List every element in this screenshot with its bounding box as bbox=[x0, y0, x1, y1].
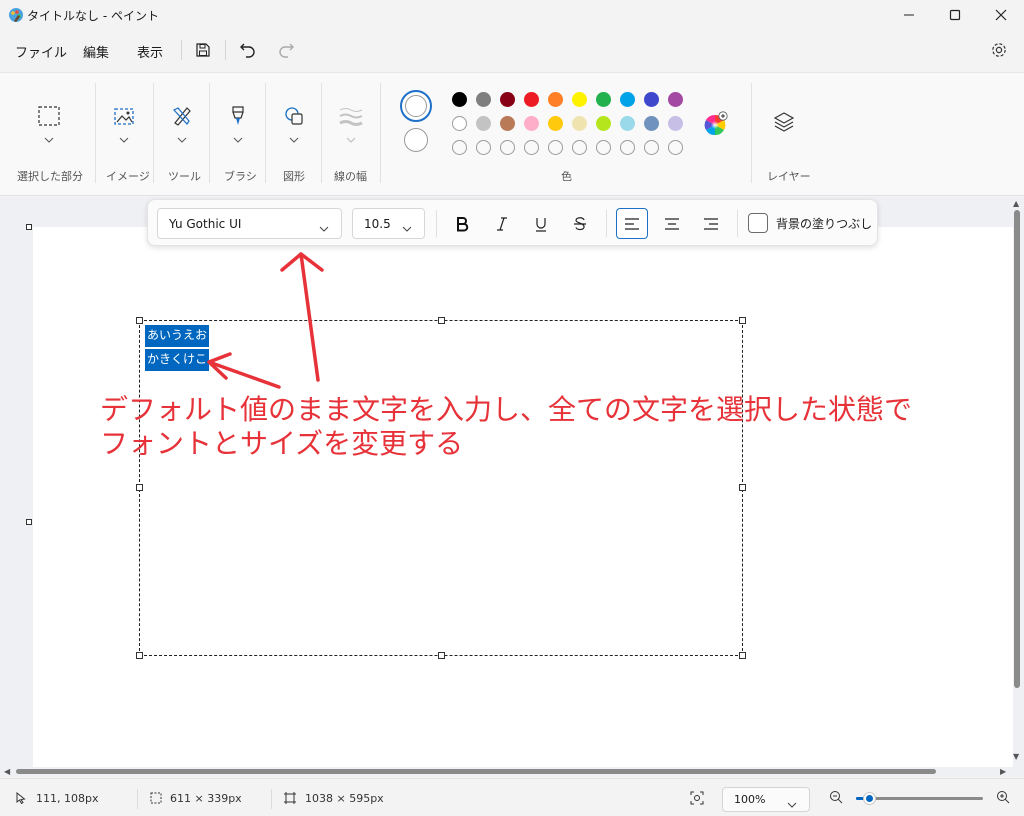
zoom-slider-thumb-dot bbox=[865, 795, 873, 802]
zoom-slider[interactable] bbox=[856, 792, 983, 805]
status-divider bbox=[137, 789, 138, 809]
annotation-text: デフォルト値のまま文字を入力し、全ての文字を選択した状態で フォントとサイズを変… bbox=[100, 393, 912, 461]
zoom-dropdown[interactable]: 100% bbox=[722, 787, 810, 812]
selection-size-icon bbox=[150, 792, 162, 807]
canvas-size: 1038 × 595px bbox=[305, 792, 384, 805]
chevron-down-icon bbox=[787, 797, 797, 811]
annotation-line: フォントとサイズを変更する bbox=[100, 427, 464, 460]
zoom-out-icon[interactable] bbox=[829, 790, 843, 807]
status-bar: 111, 108px 611 × 339px 1038 × 595px 100% bbox=[0, 778, 1024, 816]
annotation-arrow-left bbox=[207, 360, 281, 389]
cursor-pointer-icon bbox=[16, 791, 26, 807]
zoom-in-icon[interactable] bbox=[996, 790, 1010, 807]
selection-size: 611 × 339px bbox=[170, 792, 242, 805]
annotation-arrow-up bbox=[299, 252, 320, 382]
status-divider bbox=[271, 789, 272, 809]
fit-to-window-icon[interactable] bbox=[690, 791, 704, 808]
canvas-size-icon bbox=[284, 792, 296, 807]
zoom-slider-thumb[interactable] bbox=[862, 792, 876, 805]
annotation-line: デフォルト値のまま文字を入力し、全ての文字を選択した状態で bbox=[100, 393, 913, 426]
zoom-value: 100% bbox=[734, 793, 766, 806]
cursor-position: 111, 108px bbox=[36, 792, 99, 805]
